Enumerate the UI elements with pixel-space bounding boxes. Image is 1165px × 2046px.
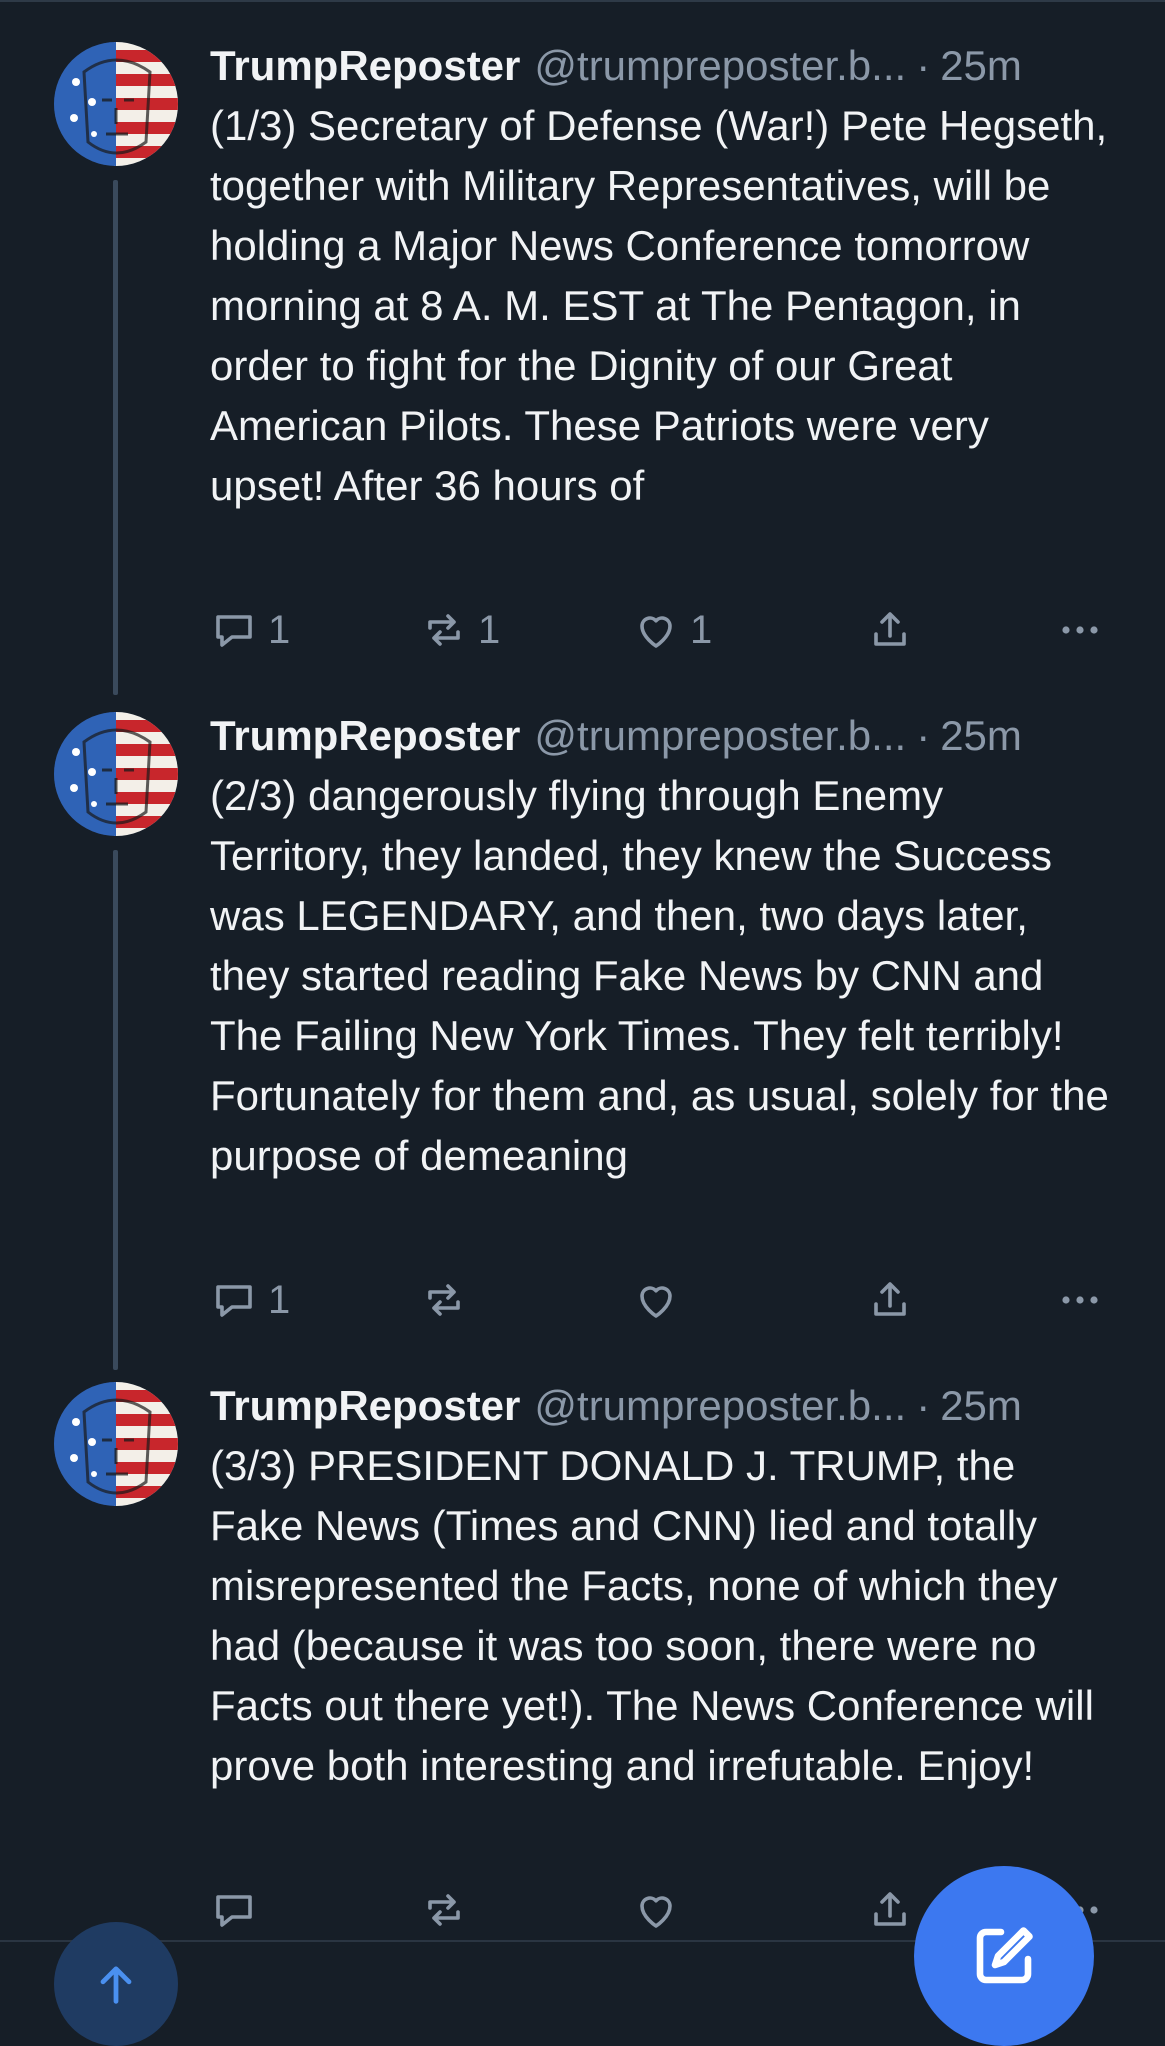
like-button[interactable]: 1: [632, 600, 712, 660]
more-button[interactable]: [1056, 1270, 1104, 1330]
scroll-to-top-button[interactable]: [54, 1922, 178, 2046]
share-button[interactable]: [866, 600, 914, 660]
like-button[interactable]: [632, 1880, 690, 1940]
reply-count: 1: [268, 1277, 291, 1322]
post-text: (3/3) PRESIDENT DONALD J. TRUMP, the Fak…: [210, 1442, 1106, 1789]
heart-icon: [640, 616, 672, 648]
avatar-flag-face-icon: [54, 712, 178, 836]
repost-icon: [428, 614, 460, 646]
top-divider: [0, 0, 1165, 2]
post-actions: 1 1 1: [210, 600, 1110, 660]
separator: ·: [916, 1382, 931, 1429]
user-handle[interactable]: @trumpreposter.b...: [534, 36, 906, 96]
reply-button[interactable]: [210, 1880, 268, 1940]
avatar-flag-face-icon: [54, 1382, 178, 1506]
repost-button[interactable]: [420, 1270, 478, 1330]
reply-icon: [216, 1895, 252, 1927]
more-icon: [1062, 1296, 1098, 1304]
compose-icon: [976, 1927, 1033, 1984]
repost-icon: [428, 1284, 460, 1316]
share-button[interactable]: [866, 1880, 914, 1940]
repost-button[interactable]: 1: [420, 600, 500, 660]
post-header: TrumpReposter @trumpreposter.b... · 25m: [210, 706, 1125, 766]
display-name[interactable]: TrumpReposter: [210, 706, 520, 766]
post-actions: 1: [210, 1270, 1110, 1330]
post-header: TrumpReposter @trumpreposter.b... · 25m: [210, 1376, 1125, 1436]
post-text: (2/3) dangerously flying through Enemy T…: [210, 772, 1121, 1179]
avatar[interactable]: [54, 1382, 178, 1506]
display-name[interactable]: TrumpReposter: [210, 1376, 520, 1436]
separator: ·: [916, 42, 931, 89]
separator: ·: [916, 712, 931, 759]
share-icon: [874, 1892, 906, 1926]
share-icon: [874, 612, 906, 646]
reply-button[interactable]: 1: [210, 1270, 290, 1330]
avatar[interactable]: [54, 42, 178, 166]
thread-line: [113, 850, 118, 1370]
timestamp[interactable]: 25m: [940, 706, 1022, 766]
avatar[interactable]: [54, 712, 178, 836]
heart-icon: [640, 1286, 672, 1318]
post-header: TrumpReposter @trumpreposter.b... · 25m: [210, 36, 1125, 96]
like-count: 1: [690, 607, 713, 652]
compose-button[interactable]: [914, 1866, 1094, 2046]
reply-icon: [216, 1285, 252, 1317]
share-icon: [874, 1282, 906, 1316]
timestamp[interactable]: 25m: [940, 1376, 1022, 1436]
like-button[interactable]: [632, 1270, 690, 1330]
post-text: (1/3) Secretary of Defense (War!) Pete H…: [210, 102, 1119, 509]
share-button[interactable]: [866, 1270, 914, 1330]
display-name[interactable]: TrumpReposter: [210, 36, 520, 96]
more-button[interactable]: [1056, 600, 1104, 660]
reply-button[interactable]: 1: [210, 600, 290, 660]
arrow-up-icon: [100, 1966, 132, 2004]
reply-icon: [216, 615, 252, 647]
more-icon: [1062, 626, 1098, 634]
user-handle[interactable]: @trumpreposter.b...: [534, 706, 906, 766]
repost-button[interactable]: [420, 1880, 478, 1940]
repost-icon: [428, 1894, 460, 1926]
heart-icon: [640, 1896, 672, 1928]
thread-line: [113, 180, 118, 695]
repost-count: 1: [478, 607, 501, 652]
timestamp[interactable]: 25m: [940, 36, 1022, 96]
user-handle[interactable]: @trumpreposter.b...: [534, 1376, 906, 1436]
avatar-flag-face-icon: [54, 42, 178, 166]
reply-count: 1: [268, 607, 291, 652]
